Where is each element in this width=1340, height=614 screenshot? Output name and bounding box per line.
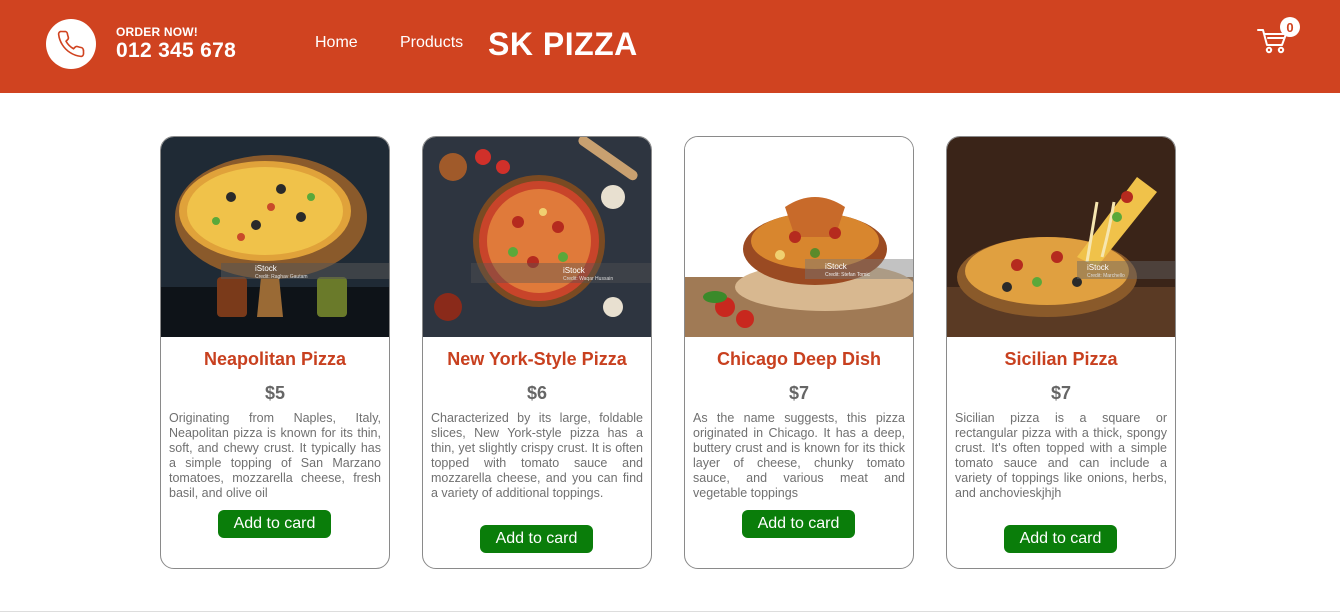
site-header: ORDER NOW! 012 345 678 Home Products SK … bbox=[0, 0, 1340, 93]
product-card-sicilian: iStock Credit: Marchello Sicilian Pizza … bbox=[946, 136, 1176, 569]
phone-number: 012 345 678 bbox=[116, 39, 237, 62]
product-description: Sicilian pizza is a square or rectangula… bbox=[955, 411, 1167, 500]
credit-text: Credit: Stefan Tomic bbox=[825, 272, 870, 278]
product-card-neapolitan: iStock Credit: Raghav Gautam Neapolitan … bbox=[160, 136, 390, 569]
product-price: $7 bbox=[788, 383, 810, 403]
product-price: $5 bbox=[264, 383, 286, 403]
product-title: Neapolitan Pizza bbox=[203, 349, 347, 369]
watermark-text: iStock bbox=[255, 264, 278, 273]
product-description: Originating from Naples, Italy, Neapolit… bbox=[169, 411, 381, 500]
product-description: Characterized by its large, foldable sli… bbox=[431, 411, 643, 500]
product-title: Chicago Deep Dish bbox=[716, 349, 882, 369]
nav-home-link[interactable]: Home bbox=[315, 34, 358, 52]
order-now-label: ORDER NOW! bbox=[116, 25, 198, 39]
watermark-text: iStock bbox=[563, 266, 586, 275]
watermark-text: iStock bbox=[825, 262, 848, 271]
credit-text: Credit: Marchello bbox=[1087, 273, 1125, 279]
brand-logo-text[interactable]: SK PIZZA bbox=[488, 26, 638, 63]
product-image-sicilian: iStock Credit: Marchello bbox=[947, 137, 1175, 337]
product-price: $7 bbox=[1050, 383, 1072, 403]
product-title: Sicilian Pizza bbox=[1004, 349, 1118, 369]
product-title: New York-Style Pizza bbox=[447, 349, 627, 369]
phone-icon[interactable] bbox=[46, 19, 96, 69]
watermark-text: iStock bbox=[1087, 263, 1110, 272]
cart-button[interactable]: 0 bbox=[1256, 17, 1304, 60]
product-image-chicago: iStock Credit: Stefan Tomic bbox=[685, 137, 913, 337]
add-to-card-button[interactable]: Add to card bbox=[1004, 525, 1117, 553]
credit-text: Credit: Waqar Hussain bbox=[563, 276, 613, 282]
product-image-neapolitan: iStock Credit: Raghav Gautam bbox=[161, 137, 389, 337]
product-card-chicago: iStock Credit: Stefan Tomic Chicago Deep… bbox=[684, 136, 914, 569]
product-description: As the name suggests, this pizza origina… bbox=[693, 411, 905, 500]
add-to-card-button[interactable]: Add to card bbox=[218, 510, 331, 538]
product-image-new-york: iStock Credit: Waqar Hussain bbox=[423, 137, 651, 337]
page-divider bbox=[0, 611, 1340, 612]
add-to-card-button[interactable]: Add to card bbox=[480, 525, 593, 553]
product-price: $6 bbox=[526, 383, 548, 403]
credit-text: Credit: Raghav Gautam bbox=[255, 274, 308, 280]
cart-count-badge: 0 bbox=[1280, 17, 1300, 37]
add-to-card-button[interactable]: Add to card bbox=[742, 510, 855, 538]
product-card-new-york: iStock Credit: Waqar Hussain New York-St… bbox=[422, 136, 652, 569]
nav-products-link[interactable]: Products bbox=[400, 34, 463, 52]
